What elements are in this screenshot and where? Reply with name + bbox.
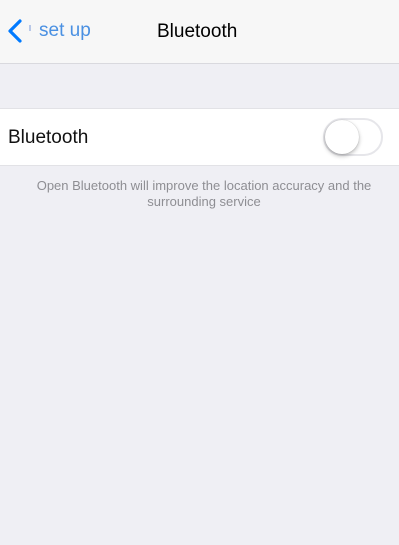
bluetooth-row: Bluetooth xyxy=(0,108,399,166)
back-button[interactable]: set up xyxy=(7,16,91,46)
bluetooth-toggle[interactable] xyxy=(323,118,383,156)
settings-screen: set up Bluetooth Bluetooth Open Bluetoot… xyxy=(0,0,399,545)
toggle-knob xyxy=(325,120,359,154)
navigation-bar: set up Bluetooth xyxy=(0,0,399,64)
page-title: Bluetooth xyxy=(157,21,238,42)
chevron-left-icon xyxy=(8,19,22,43)
bluetooth-footnote: Open Bluetooth will improve the location… xyxy=(36,178,372,209)
section-spacer xyxy=(0,64,399,108)
back-label[interactable]: set up xyxy=(39,16,91,46)
bluetooth-row-label: Bluetooth xyxy=(8,127,89,148)
back-separator-tick xyxy=(29,25,31,31)
